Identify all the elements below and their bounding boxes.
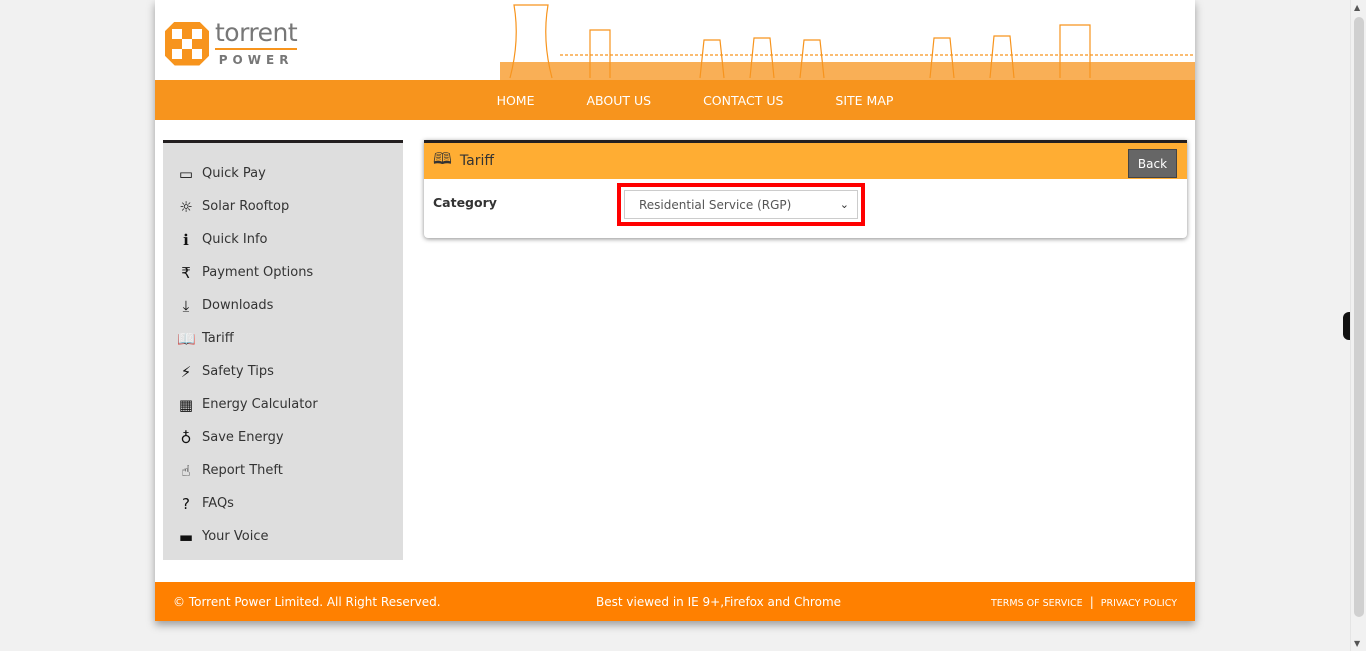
sidebar-item-quick-pay[interactable]: ▭ Quick Pay	[163, 157, 403, 190]
privacy-policy-link[interactable]: PRIVACY POLICY	[1101, 598, 1177, 609]
question-icon: ?	[182, 494, 190, 513]
table-icon: ▦	[178, 395, 194, 414]
logo[interactable]: torrent POWER	[165, 20, 298, 67]
sidebar-item-faqs[interactable]: ? FAQs	[163, 487, 403, 520]
logo-mark-icon	[165, 21, 209, 66]
sidebar-item-label: Tariff	[202, 331, 234, 346]
scrollbar-thumb[interactable]	[1354, 17, 1364, 617]
sidebar-item-label: Safety Tips	[202, 364, 274, 379]
book-icon: 📖	[177, 329, 196, 348]
scroll-up-icon[interactable]: ▲	[1354, 3, 1360, 12]
nav-about-us[interactable]: ABOUT US	[560, 93, 677, 108]
chevron-down-icon: ⌄	[839, 198, 849, 211]
sidebar-item-solar-rooftop[interactable]: ☼ Solar Rooftop	[163, 190, 403, 223]
lightbulb-icon: ♁	[180, 428, 192, 447]
sidebar-item-label: Energy Calculator	[202, 397, 318, 412]
sidebar-item-report-theft[interactable]: ☝ Report Theft	[163, 454, 403, 487]
footer-links: TERMS OF SERVICE | PRIVACY POLICY	[991, 595, 1177, 609]
sidebar-item-label: Quick Pay	[202, 166, 266, 181]
sidebar-item-label: Report Theft	[202, 463, 283, 478]
sun-icon: ☼	[179, 197, 193, 216]
power-plant-banner	[500, 4, 1195, 80]
back-button[interactable]: Back	[1128, 149, 1177, 178]
sidebar: ▭ Quick Pay ☼ Solar Rooftop ℹ Quick Info ₹ Paym…	[163, 140, 403, 560]
sidebar-item-label: Solar Rooftop	[202, 199, 290, 214]
sidebar-item-quick-info[interactable]: ℹ Quick Info	[163, 223, 403, 256]
sidebar-item-label: Downloads	[202, 298, 274, 313]
book-icon: 🕮	[433, 148, 452, 168]
scroll-down-icon[interactable]: ▼	[1354, 639, 1360, 648]
top-nav: HOME ABOUT US CONTACT US SITE MAP	[155, 80, 1195, 120]
comment-icon: ▬	[178, 527, 194, 546]
sidebar-item-your-voice[interactable]: ▬ Your Voice	[163, 520, 403, 553]
sidebar-item-energy-calculator[interactable]: ▦ Energy Calculator	[163, 388, 403, 421]
sidebar-item-label: Payment Options	[202, 265, 314, 280]
magic-wand-icon: ⚡	[180, 362, 192, 381]
category-label: Category	[433, 195, 497, 210]
rupee-icon: ₹	[181, 263, 191, 282]
sidebar-item-tariff[interactable]: 📖 Tariff	[163, 322, 403, 355]
hand-pointer-icon: ☝	[181, 461, 191, 480]
terms-of-service-link[interactable]: TERMS OF SERVICE	[991, 598, 1083, 609]
logo-sub: POWER	[218, 53, 294, 67]
download-icon: ⤓	[182, 296, 190, 315]
sidebar-item-save-energy[interactable]: ♁ Save Energy	[163, 421, 403, 454]
sidebar-item-label: FAQs	[202, 496, 234, 511]
tariff-panel: 🕮 Tariff Back Category Residential Servi…	[424, 140, 1187, 238]
credit-card-icon: ▭	[178, 164, 194, 183]
nav-site-map[interactable]: SITE MAP	[809, 93, 919, 108]
info-icon: ℹ	[183, 230, 189, 249]
scrollbar[interactable]: ▲ ▼	[1350, 0, 1366, 651]
header: torrent POWER	[155, 0, 1195, 80]
page-container: torrent POWER HOME ABOUT US CONTACT US S…	[155, 0, 1195, 621]
logo-text: torrent POWER	[215, 20, 298, 67]
sidebar-item-downloads[interactable]: ⤓ Downloads	[163, 289, 403, 322]
nav-home[interactable]: HOME	[471, 93, 561, 108]
copyright: © Torrent Power Limited. All Right Reser…	[173, 594, 441, 609]
category-value: Residential Service (RGP)	[639, 197, 792, 212]
panel-title: Tariff	[459, 153, 494, 169]
nav-contact-us[interactable]: CONTACT US	[677, 93, 809, 108]
logo-brand: torrent	[215, 20, 298, 50]
sidebar-item-payment-options[interactable]: ₹ Payment Options	[163, 256, 403, 289]
sidebar-item-label: Save Energy	[202, 430, 284, 445]
separator: |	[1089, 594, 1094, 609]
sidebar-item-label: Quick Info	[202, 232, 268, 247]
sidebar-item-label: Your Voice	[202, 529, 269, 544]
category-select[interactable]: Residential Service (RGP) ⌄	[624, 190, 858, 219]
footer: © Torrent Power Limited. All Right Reser…	[155, 582, 1195, 621]
panel-header: 🕮 Tariff Back	[424, 143, 1187, 179]
sidebar-item-safety-tips[interactable]: ⚡ Safety Tips	[163, 355, 403, 388]
category-highlight: Residential Service (RGP) ⌄	[617, 183, 865, 226]
best-viewed: Best viewed in IE 9+,Firefox and Chrome	[596, 594, 842, 609]
